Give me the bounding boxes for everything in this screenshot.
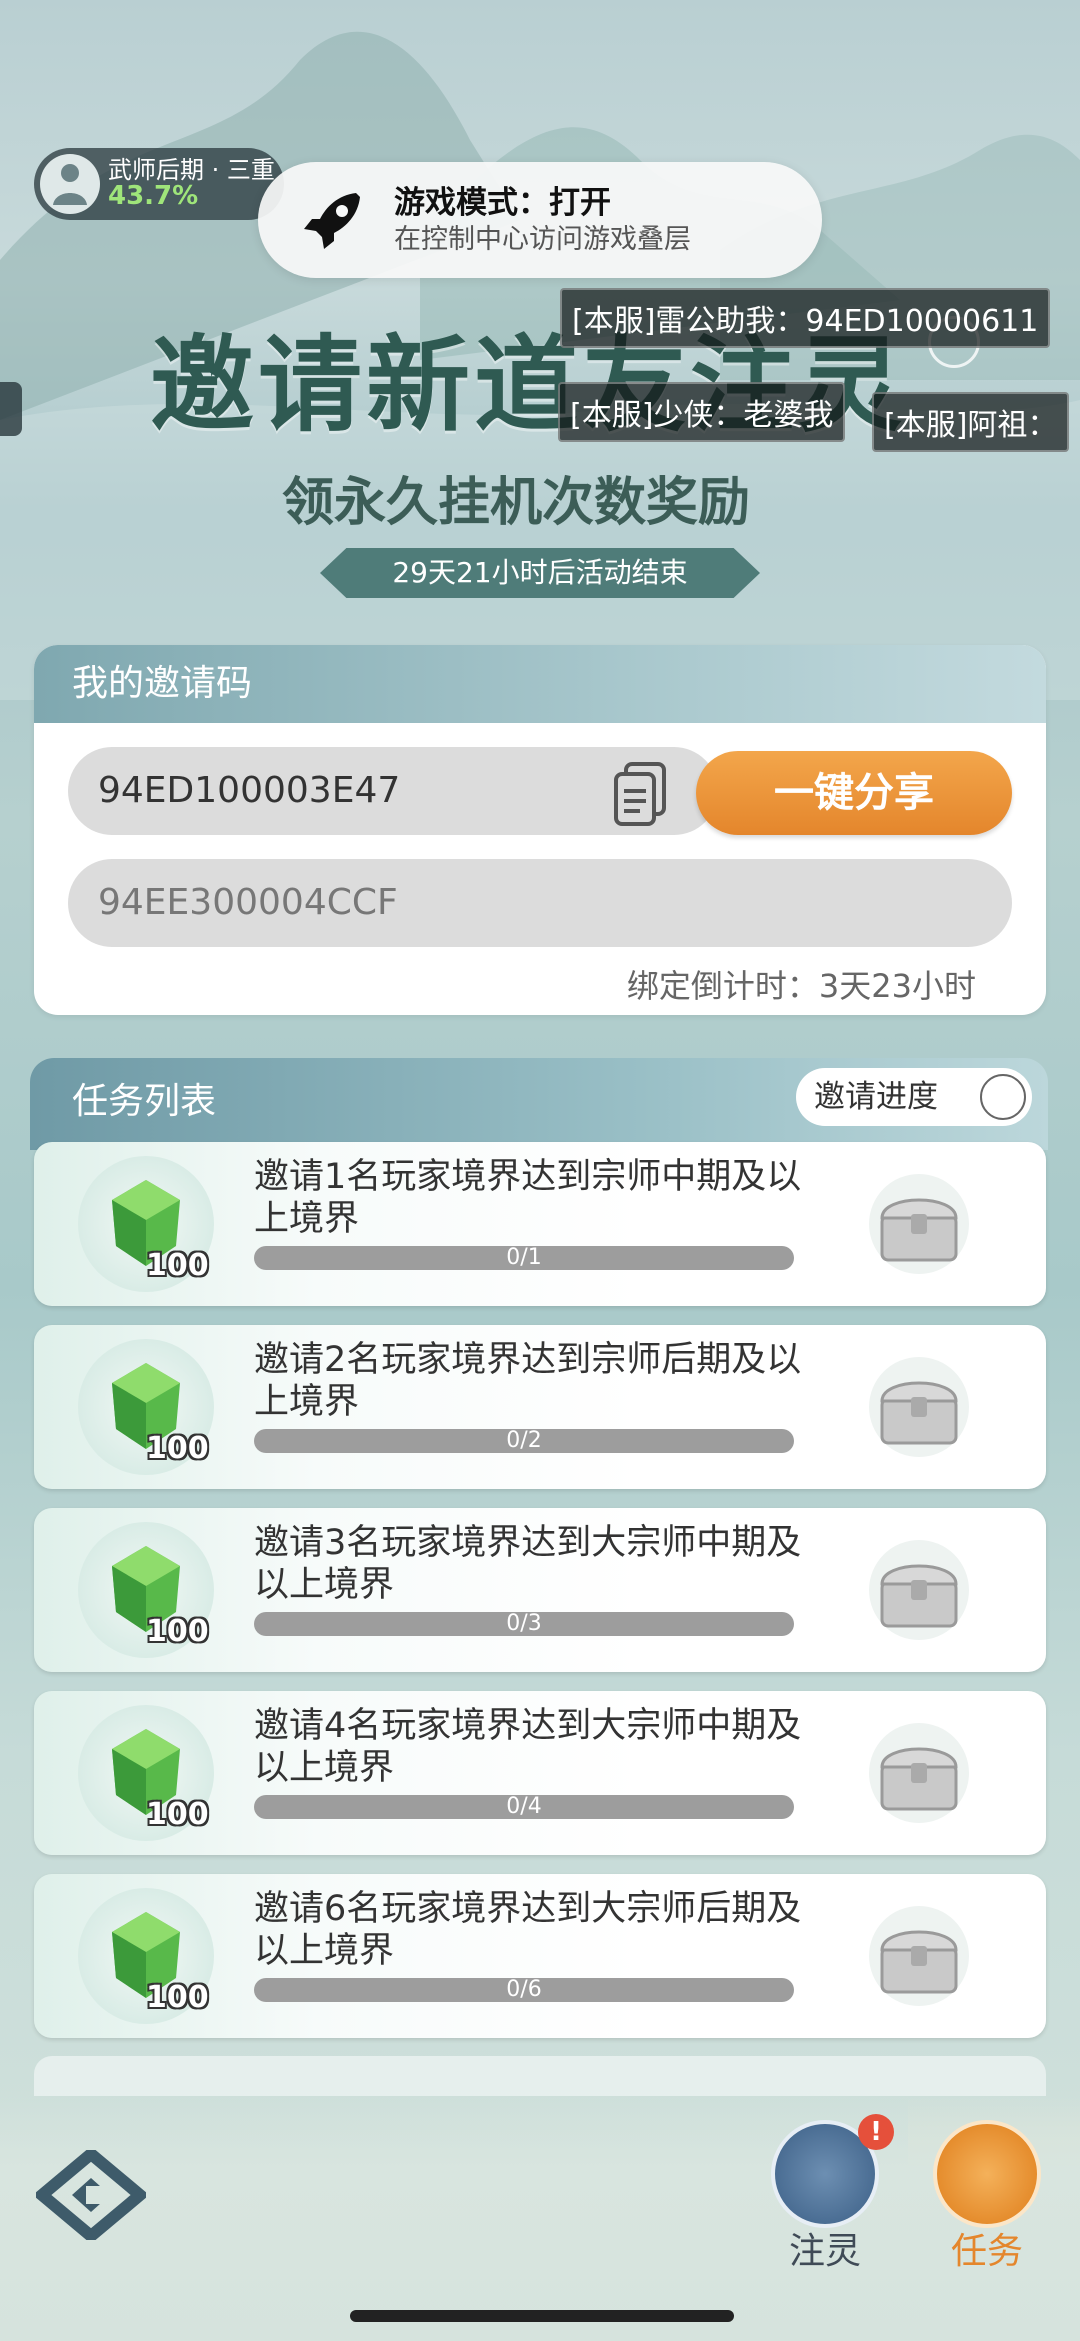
copy-icon[interactable]: [612, 761, 668, 827]
treasure-chest-icon[interactable]: [864, 1353, 974, 1461]
invite-progress-button[interactable]: 邀请进度: [796, 1068, 1032, 1126]
rocket-icon: [304, 193, 360, 249]
reward-amount: 100: [146, 1614, 209, 1649]
character-icon: [53, 164, 87, 205]
toast-subtitle: 在控制中心访问游戏叠层: [394, 223, 691, 255]
task-description: 邀请6名玩家境界达到大宗师后期及以上境界: [254, 1889, 802, 1971]
reward-amount: 100: [146, 1980, 209, 2015]
task-description: 邀请3名玩家境界达到大宗师中期及以上境界: [254, 1523, 802, 1605]
task-card: 100 邀请6名玩家境界达到大宗师后期及以上境界 0/6: [34, 1874, 1046, 2038]
add-person-icon: [980, 1074, 1026, 1120]
player-realm: 武师后期 · 三重: [108, 155, 275, 184]
task-card: 100 邀请1名玩家境界达到宗师中期及以上境界 0/1: [34, 1142, 1046, 1306]
share-button[interactable]: 一键分享: [696, 751, 1012, 835]
nav-label: 注灵: [788, 2231, 861, 2272]
treasure-chest-icon[interactable]: [864, 1902, 974, 2010]
scroll-task-icon: [933, 2120, 1041, 2228]
toast-title: 游戏模式：打开: [394, 184, 611, 221]
bound-invite-code-field[interactable]: 94EE300004CCF: [68, 859, 1012, 947]
task-progress-text: 0/6: [506, 1977, 542, 2002]
task-card: 100 邀请3名玩家境界达到大宗师中期及以上境界 0/3: [34, 1508, 1046, 1672]
task-progress-text: 0/4: [506, 1794, 542, 1819]
danmaku-message: [本服]少侠：老婆我: [558, 382, 846, 442]
player-progress: 43.7%: [108, 180, 199, 211]
invite-progress-label: 邀请进度: [814, 1079, 938, 1115]
task-description: 邀请1名玩家境界达到宗师中期及以上境界: [254, 1157, 802, 1239]
player-realm-badge[interactable]: 武师后期 · 三重 43.7%: [34, 148, 284, 220]
page-subtitle: 领永久挂机次数奖励: [282, 472, 751, 533]
bottom-nav: ! 注灵 任务: [0, 2096, 1080, 2341]
nav-tab-renwu[interactable]: 任务: [912, 2120, 1062, 2274]
task-description: 邀请2名玩家境界达到宗师后期及以上境界: [254, 1340, 802, 1422]
reward-icon-frame[interactable]: 100: [78, 1705, 214, 1841]
game-mode-toast: 游戏模式：打开 在控制中心访问游戏叠层: [258, 162, 822, 278]
reward-icon-frame[interactable]: 100: [78, 1888, 214, 2024]
task-card: 100 邀请2名玩家境界达到宗师后期及以上境界 0/2: [34, 1325, 1046, 1489]
task-card: 100 邀请4名玩家境界达到大宗师中期及以上境界 0/4: [34, 1691, 1046, 1855]
nav-tab-zhuling[interactable]: ! 注灵: [750, 2114, 900, 2274]
invite-panel-title: 我的邀请码: [34, 645, 1046, 723]
task-list-header: 任务列表 邀请进度: [30, 1058, 1048, 1150]
reward-icon-frame[interactable]: 100: [78, 1339, 214, 1475]
list-item: [34, 2056, 1046, 2096]
treasure-chest-icon[interactable]: [864, 1170, 974, 1278]
reward-amount: 100: [146, 1797, 209, 1832]
task-progress-text: 0/3: [506, 1611, 542, 1636]
task-list-title: 任务列表: [72, 1081, 217, 1122]
task-progress-bar: 0/6: [254, 1978, 794, 2002]
reward-amount: 100: [146, 1248, 209, 1283]
danmaku-message: [本服]阿祖：: [872, 392, 1070, 452]
task-progress-text: 0/1: [506, 1245, 542, 1270]
invite-code-panel: 我的邀请码 94ED100003E47 一键分享 94EE300004CCF 绑…: [34, 645, 1046, 1015]
task-progress-text: 0/2: [506, 1428, 542, 1453]
task-description: 邀请4名玩家境界达到大宗师中期及以上境界: [254, 1706, 802, 1788]
event-countdown: 29天21小时后活动结束: [320, 548, 760, 598]
home-indicator[interactable]: [350, 2310, 734, 2322]
game-logo-icon[interactable]: [36, 2150, 146, 2240]
side-drawer-tab[interactable]: [0, 382, 22, 436]
nav-label: 任务: [950, 2231, 1023, 2272]
reward-icon-frame[interactable]: 100: [78, 1156, 214, 1292]
bind-countdown: 绑定倒计时：3天23小时: [626, 967, 976, 1005]
task-progress-bar: 0/2: [254, 1429, 794, 1453]
danmaku-message: [本服]雷公助我：94ED10000611: [560, 288, 1051, 348]
task-progress-bar: 0/4: [254, 1795, 794, 1819]
treasure-chest-icon[interactable]: [864, 1719, 974, 1827]
task-progress-bar: 0/3: [254, 1612, 794, 1636]
notification-badge: !: [858, 2114, 894, 2150]
reward-icon-frame[interactable]: 100: [78, 1522, 214, 1658]
avatar: [40, 154, 100, 214]
reward-amount: 100: [146, 1431, 209, 1466]
treasure-chest-icon[interactable]: [864, 1536, 974, 1644]
task-progress-bar: 0/1: [254, 1246, 794, 1270]
